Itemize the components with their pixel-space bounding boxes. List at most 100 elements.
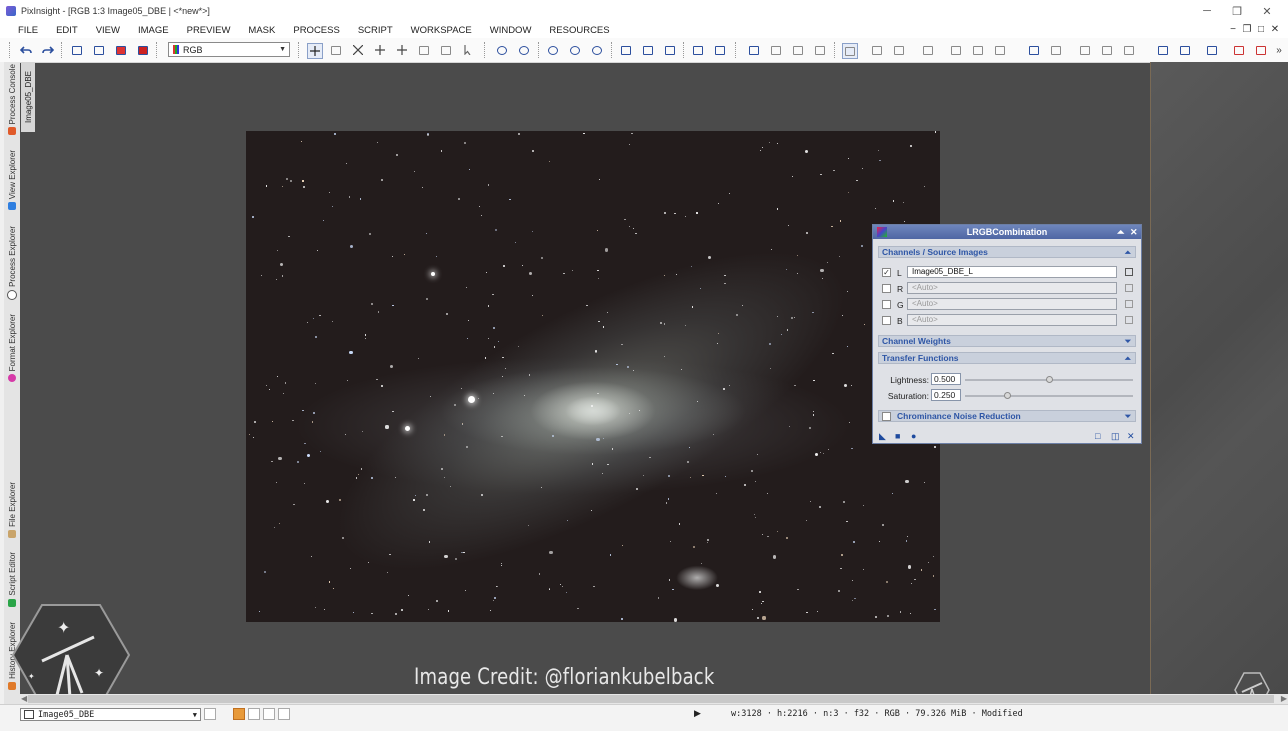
panel-1-icon[interactable] — [1027, 43, 1041, 57]
saturation-slider-handle[interactable] — [1003, 392, 1011, 399]
display-mode-4-icon[interactable] — [278, 708, 290, 720]
undo-icon[interactable] — [19, 43, 33, 57]
channel-b-field[interactable]: <Auto> — [907, 314, 1117, 326]
cm-proof-icon[interactable] — [892, 43, 906, 57]
preview-new-icon[interactable] — [619, 43, 633, 57]
select-view-icon[interactable] — [1125, 300, 1133, 308]
toolbar-more-icon[interactable]: » — [1272, 43, 1286, 57]
preview-icon[interactable] — [439, 43, 453, 57]
browse-doc-icon[interactable]: □ — [1095, 431, 1100, 441]
panel-close-icon[interactable]: ✕ — [1130, 225, 1138, 239]
mdi-maximize-button[interactable]: □ — [1254, 22, 1268, 38]
channel-l-checkbox[interactable]: ✓ — [882, 268, 891, 277]
channel-r-checkbox[interactable] — [882, 284, 891, 293]
menu-view[interactable]: VIEW — [87, 25, 129, 36]
saturation-slider[interactable] — [965, 392, 1133, 399]
preview-delete-icon[interactable] — [663, 43, 677, 57]
cm-icon[interactable] — [870, 43, 884, 57]
collapse-icon[interactable]: ⏶ — [1125, 247, 1131, 258]
new-instance-icon[interactable]: ◣ — [879, 431, 886, 442]
section-chrominance-noise[interactable]: Chrominance Noise Reduction ⏷ — [878, 410, 1136, 422]
tab-view-explorer[interactable]: View Explorer — [4, 150, 20, 211]
lightness-slider-handle[interactable] — [1045, 376, 1053, 383]
zoom-out-icon[interactable] — [517, 43, 531, 57]
display-mode-2-icon[interactable] — [248, 708, 260, 720]
monitor-icon[interactable] — [1156, 43, 1170, 57]
fit-view-icon[interactable] — [351, 43, 365, 57]
view-identifier-icon[interactable] — [204, 708, 216, 720]
minimize-button[interactable]: ─ — [1192, 0, 1222, 22]
move-icon[interactable] — [395, 43, 409, 57]
menu-script[interactable]: SCRIPT — [349, 25, 402, 36]
redo-icon[interactable] — [41, 43, 55, 57]
panel-5-icon[interactable] — [1122, 43, 1136, 57]
panel-2-icon[interactable] — [1049, 43, 1063, 57]
menu-window[interactable]: WINDOW — [481, 25, 541, 36]
stf-icon[interactable] — [747, 43, 761, 57]
open-icon[interactable] — [92, 43, 106, 57]
reset-icon[interactable]: ✕ — [1127, 431, 1135, 442]
channel-g-field[interactable]: <Auto> — [907, 298, 1117, 310]
process-2-icon[interactable] — [971, 43, 985, 57]
zoom-2-icon[interactable] — [568, 43, 582, 57]
zoom-1-icon[interactable] — [546, 43, 560, 57]
panel-4-icon[interactable] — [1100, 43, 1114, 57]
stf-link-icon[interactable] — [769, 43, 783, 57]
zoom-in-icon[interactable] — [495, 43, 509, 57]
channel-select[interactable]: RGB ▼ — [168, 42, 290, 57]
screen-icon[interactable] — [842, 43, 858, 59]
close-button[interactable]: ✕ — [1252, 0, 1282, 22]
display-mode-1-icon[interactable] — [233, 708, 245, 720]
zoom-fit-icon[interactable] — [329, 43, 343, 57]
image-window-tab[interactable]: Image05_DBE — [21, 62, 35, 132]
noise-reduction-checkbox[interactable] — [882, 412, 891, 421]
scroll-right-icon[interactable]: ▶ — [1281, 694, 1287, 703]
select-view-icon[interactable] — [1125, 284, 1133, 292]
mdi-close-button[interactable]: ✕ — [1268, 22, 1282, 38]
readout-icon[interactable] — [307, 43, 323, 59]
astro-image-view[interactable] — [246, 131, 940, 622]
tab-process-console[interactable]: Process Console — [4, 64, 20, 136]
pan-icon[interactable] — [373, 43, 387, 57]
scrollbar-thumb[interactable] — [28, 695, 1274, 703]
menu-preview[interactable]: PREVIEW — [178, 25, 240, 36]
zoom-3-icon[interactable] — [590, 43, 604, 57]
panel-shade-icon[interactable]: ⏶ — [1117, 225, 1124, 239]
save-icon[interactable] — [114, 43, 128, 57]
select-view-icon[interactable] — [1125, 316, 1133, 324]
menu-workspace[interactable]: WORKSPACE — [402, 25, 481, 36]
expand-icon[interactable]: ⏷ — [1125, 336, 1131, 347]
select-view-icon[interactable] — [1125, 268, 1133, 276]
apply-icon[interactable]: ■ — [895, 431, 900, 441]
section-channels[interactable]: Channels / Source Images ⏶ — [878, 246, 1136, 258]
menu-mask[interactable]: MASK — [239, 25, 284, 36]
tab-file-explorer[interactable]: File Explorer — [4, 482, 20, 538]
mask-invert-icon[interactable] — [713, 43, 727, 57]
process-3-icon[interactable] — [993, 43, 1007, 57]
lightness-input[interactable]: 0.500 — [931, 373, 961, 385]
stf-auto-icon[interactable] — [791, 43, 805, 57]
channel-l-field[interactable]: Image05_DBE_L — [907, 266, 1117, 278]
tab-script-editor[interactable]: Script Editor — [4, 552, 20, 607]
pointer-icon[interactable] — [461, 43, 475, 57]
mdi-restore-button[interactable]: ❐ — [1240, 22, 1254, 38]
channel-b-checkbox[interactable] — [882, 316, 891, 325]
mask-show-icon[interactable] — [691, 43, 705, 57]
mdi-minimize-button[interactable]: − — [1226, 22, 1240, 38]
monitor-3-icon[interactable] — [1205, 43, 1219, 57]
play-icon[interactable]: ▶ — [694, 708, 701, 719]
section-channel-weights[interactable]: Channel Weights ⏷ — [878, 335, 1136, 347]
restore-button[interactable]: ❒ — [1222, 0, 1252, 22]
gamut-icon[interactable] — [921, 43, 935, 57]
apply-global-icon[interactable]: ● — [911, 431, 916, 441]
menu-edit[interactable]: EDIT — [47, 25, 87, 36]
menu-file[interactable]: FILE — [0, 25, 47, 36]
tab-format-explorer[interactable]: Format Explorer — [4, 314, 20, 383]
display-mode-3-icon[interactable] — [263, 708, 275, 720]
track-view-icon[interactable]: ◫ — [1111, 431, 1120, 442]
export-icon[interactable] — [136, 43, 150, 57]
scroll-left-icon[interactable]: ◀ — [21, 694, 27, 703]
process-1-icon[interactable] — [949, 43, 963, 57]
view-selector[interactable]: Image05_DBE ▼ — [20, 708, 201, 721]
section-transfer-functions[interactable]: Transfer Functions ⏶ — [878, 352, 1136, 364]
